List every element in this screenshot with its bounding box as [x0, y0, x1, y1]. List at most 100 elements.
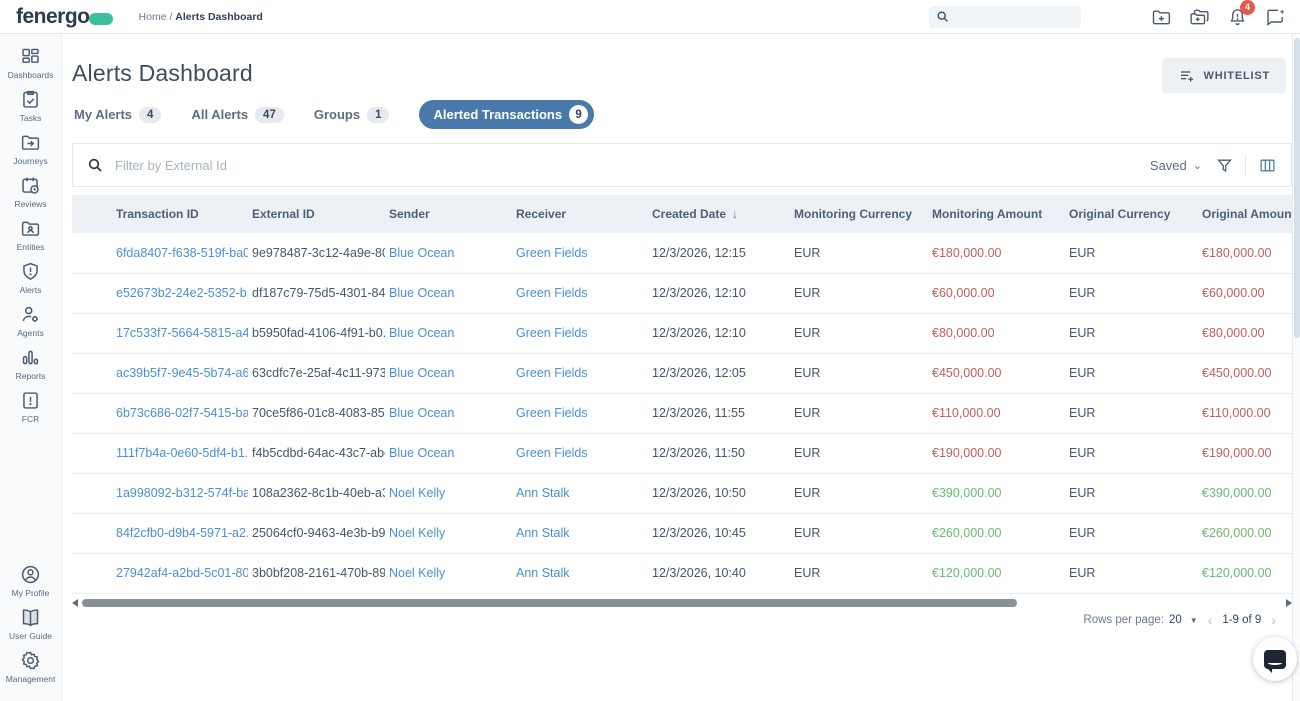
- col-header-original-currency[interactable]: Original Currency: [1065, 195, 1198, 233]
- table-row[interactable]: 6b73c686-02f7-5415-ba... 70ce5f86-01c8-4…: [72, 393, 1292, 433]
- sidebar-item-fcr[interactable]: FCR: [1, 390, 61, 424]
- sidebar-item-journeys[interactable]: Journeys: [1, 132, 61, 166]
- previous-page-arrow[interactable]: ‹: [1208, 612, 1213, 628]
- sidebar-item-entities[interactable]: Entities: [1, 218, 61, 252]
- transaction-id-link[interactable]: 17c533f7-5664-5815-a4...: [116, 326, 248, 340]
- alerts-tabs: My Alerts 4 All Alerts 47 Groups 1 Alert…: [74, 100, 594, 129]
- filter-input[interactable]: [115, 158, 1150, 173]
- horizontal-scrollbar[interactable]: [72, 596, 1292, 610]
- col-header-monitoring-amount[interactable]: Monitoring Amount: [928, 195, 1065, 233]
- filter-funnel-icon[interactable]: [1216, 157, 1233, 174]
- vertical-scrollbar-thumb[interactable]: [1294, 38, 1300, 338]
- sender-link[interactable]: Noel Kelly: [389, 526, 445, 540]
- table-row[interactable]: 111f7b4a-0e60-5df4-b1... f4b5cdbd-64ac-4…: [72, 433, 1292, 473]
- receiver-link[interactable]: Green Fields: [516, 326, 588, 340]
- col-header-transaction-id[interactable]: Transaction ID: [112, 195, 248, 233]
- breadcrumb: Home / Alerts Dashboard: [139, 11, 263, 23]
- table-row[interactable]: e52673b2-24e2-5352-b... df187c79-75d5-43…: [72, 273, 1292, 313]
- next-page-arrow[interactable]: ›: [1271, 612, 1276, 628]
- table-row[interactable]: ac39b5f7-9e45-5b74-a6... 63cdfc7e-25af-4…: [72, 353, 1292, 393]
- table-row[interactable]: 6fda8407-f638-519f-ba0... 9e978487-3c12-…: [72, 233, 1292, 273]
- fenergo-logo[interactable]: fenergo: [16, 5, 113, 29]
- col-header-sender[interactable]: Sender: [385, 195, 512, 233]
- sidebar-item-reports[interactable]: Reports: [1, 347, 61, 381]
- sender-link[interactable]: Noel Kelly: [389, 486, 445, 500]
- logo-text: fenergo: [16, 5, 90, 29]
- receiver-link[interactable]: Green Fields: [516, 446, 588, 460]
- sidebar-item-alerts[interactable]: Alerts: [1, 261, 61, 295]
- transaction-id-link[interactable]: 1a998092-b312-574f-ba...: [116, 486, 248, 500]
- monitoring-amount-cell: €390,000.00: [928, 473, 1065, 513]
- notifications-bell-icon[interactable]: 4: [1228, 7, 1247, 27]
- rows-per-page-value[interactable]: 20: [1169, 614, 1182, 626]
- scrollbar-thumb[interactable]: [82, 599, 1017, 607]
- transaction-id-link[interactable]: 111f7b4a-0e60-5df4-b1...: [116, 446, 248, 460]
- sidebar-item-tasks[interactable]: Tasks: [1, 89, 61, 123]
- sidebar-item-management[interactable]: Management: [1, 650, 61, 684]
- transaction-id-link[interactable]: e52673b2-24e2-5352-b...: [116, 286, 248, 300]
- sender-link[interactable]: Blue Ocean: [389, 366, 454, 380]
- whitelist-button[interactable]: WHITELIST: [1162, 58, 1286, 93]
- sidebar-item-agents[interactable]: Agents: [1, 304, 61, 338]
- sender-link[interactable]: Noel Kelly: [389, 566, 445, 580]
- sidebar-item-dashboards[interactable]: Dashboards: [1, 46, 61, 80]
- external-id-cell: 3b0bf208-2161-470b-89...: [248, 553, 385, 593]
- chat-widget-button[interactable]: [1253, 637, 1297, 681]
- receiver-link[interactable]: Ann Stalk: [516, 486, 570, 500]
- transaction-id-link[interactable]: 6fda8407-f638-519f-ba0...: [116, 246, 248, 260]
- sender-link[interactable]: Blue Ocean: [389, 286, 454, 300]
- receiver-link[interactable]: Green Fields: [516, 406, 588, 420]
- external-id-cell: 108a2362-8c1b-40eb-a3...: [248, 473, 385, 513]
- receiver-link[interactable]: Ann Stalk: [516, 526, 570, 540]
- columns-icon[interactable]: [1258, 157, 1277, 174]
- original-currency-cell: EUR: [1065, 393, 1198, 433]
- receiver-link[interactable]: Ann Stalk: [516, 566, 570, 580]
- sender-link[interactable]: Blue Ocean: [389, 406, 454, 420]
- tab-alerted-transactions[interactable]: Alerted Transactions 9: [419, 100, 594, 129]
- tab-my-alerts[interactable]: My Alerts 4: [74, 102, 161, 128]
- tab-groups[interactable]: Groups 1: [314, 102, 390, 128]
- sidebar-label: Entities: [17, 242, 45, 252]
- transaction-id-link[interactable]: ac39b5f7-9e45-5b74-a6...: [116, 366, 248, 380]
- breadcrumb-home[interactable]: Home: [139, 11, 167, 23]
- profile-icon: [20, 564, 41, 585]
- monitoring-amount-cell: €120,000.00: [928, 553, 1065, 593]
- tab-all-alerts[interactable]: All Alerts 47: [191, 102, 283, 128]
- global-search[interactable]: [929, 6, 1081, 28]
- sidebar-item-reviews[interactable]: Reviews: [1, 175, 61, 209]
- original-amount-cell: €190,000.00: [1198, 433, 1292, 473]
- transaction-id-link[interactable]: 84f2cfb0-d9b4-5971-a2...: [116, 526, 248, 540]
- col-header-external-id[interactable]: External ID: [248, 195, 385, 233]
- table-row[interactable]: 27942af4-a2bd-5c01-80... 3b0bf208-2161-4…: [72, 553, 1292, 593]
- add-folder-button[interactable]: [1151, 7, 1171, 27]
- saved-filters-dropdown[interactable]: Saved ⌄: [1150, 158, 1202, 173]
- original-amount-cell: €110,000.00: [1198, 393, 1292, 433]
- sidebar-item-user-guide[interactable]: User Guide: [1, 607, 61, 641]
- col-header-original-amount[interactable]: Original Amount: [1198, 195, 1292, 233]
- sidebar-item-my-profile[interactable]: My Profile: [1, 564, 61, 598]
- rows-per-page-caret-icon[interactable]: ▼: [1190, 616, 1198, 625]
- receiver-link[interactable]: Green Fields: [516, 366, 588, 380]
- scroll-left-arrow[interactable]: [72, 599, 78, 607]
- col-header-receiver[interactable]: Receiver: [512, 195, 648, 233]
- external-id-cell: 63cdfc7e-25af-4c11-973...: [248, 353, 385, 393]
- sender-link[interactable]: Blue Ocean: [389, 326, 454, 340]
- reviews-icon: [20, 175, 41, 196]
- transaction-id-link[interactable]: 27942af4-a2bd-5c01-80...: [116, 566, 248, 580]
- scrollbar-track[interactable]: [82, 599, 1272, 607]
- vertical-scrollbar[interactable]: [1292, 34, 1300, 701]
- receiver-link[interactable]: Green Fields: [516, 246, 588, 260]
- col-header-created-date[interactable]: Created Date↓: [648, 195, 790, 233]
- sender-link[interactable]: Blue Ocean: [389, 246, 454, 260]
- original-currency-cell: EUR: [1065, 473, 1198, 513]
- col-header-monitoring-currency[interactable]: Monitoring Currency: [790, 195, 928, 233]
- add-folders-button[interactable]: [1189, 7, 1210, 27]
- table-row[interactable]: 1a998092-b312-574f-ba... 108a2362-8c1b-4…: [72, 473, 1292, 513]
- transaction-id-link[interactable]: 6b73c686-02f7-5415-ba...: [116, 406, 248, 420]
- global-search-input[interactable]: [949, 11, 1069, 23]
- feedback-chat-sparkle-icon[interactable]: [1265, 7, 1286, 27]
- sender-link[interactable]: Blue Ocean: [389, 446, 454, 460]
- table-row[interactable]: 84f2cfb0-d9b4-5971-a2... 25064cf0-9463-4…: [72, 513, 1292, 553]
- receiver-link[interactable]: Green Fields: [516, 286, 588, 300]
- table-row[interactable]: 17c533f7-5664-5815-a4... b5950fad-4106-4…: [72, 313, 1292, 353]
